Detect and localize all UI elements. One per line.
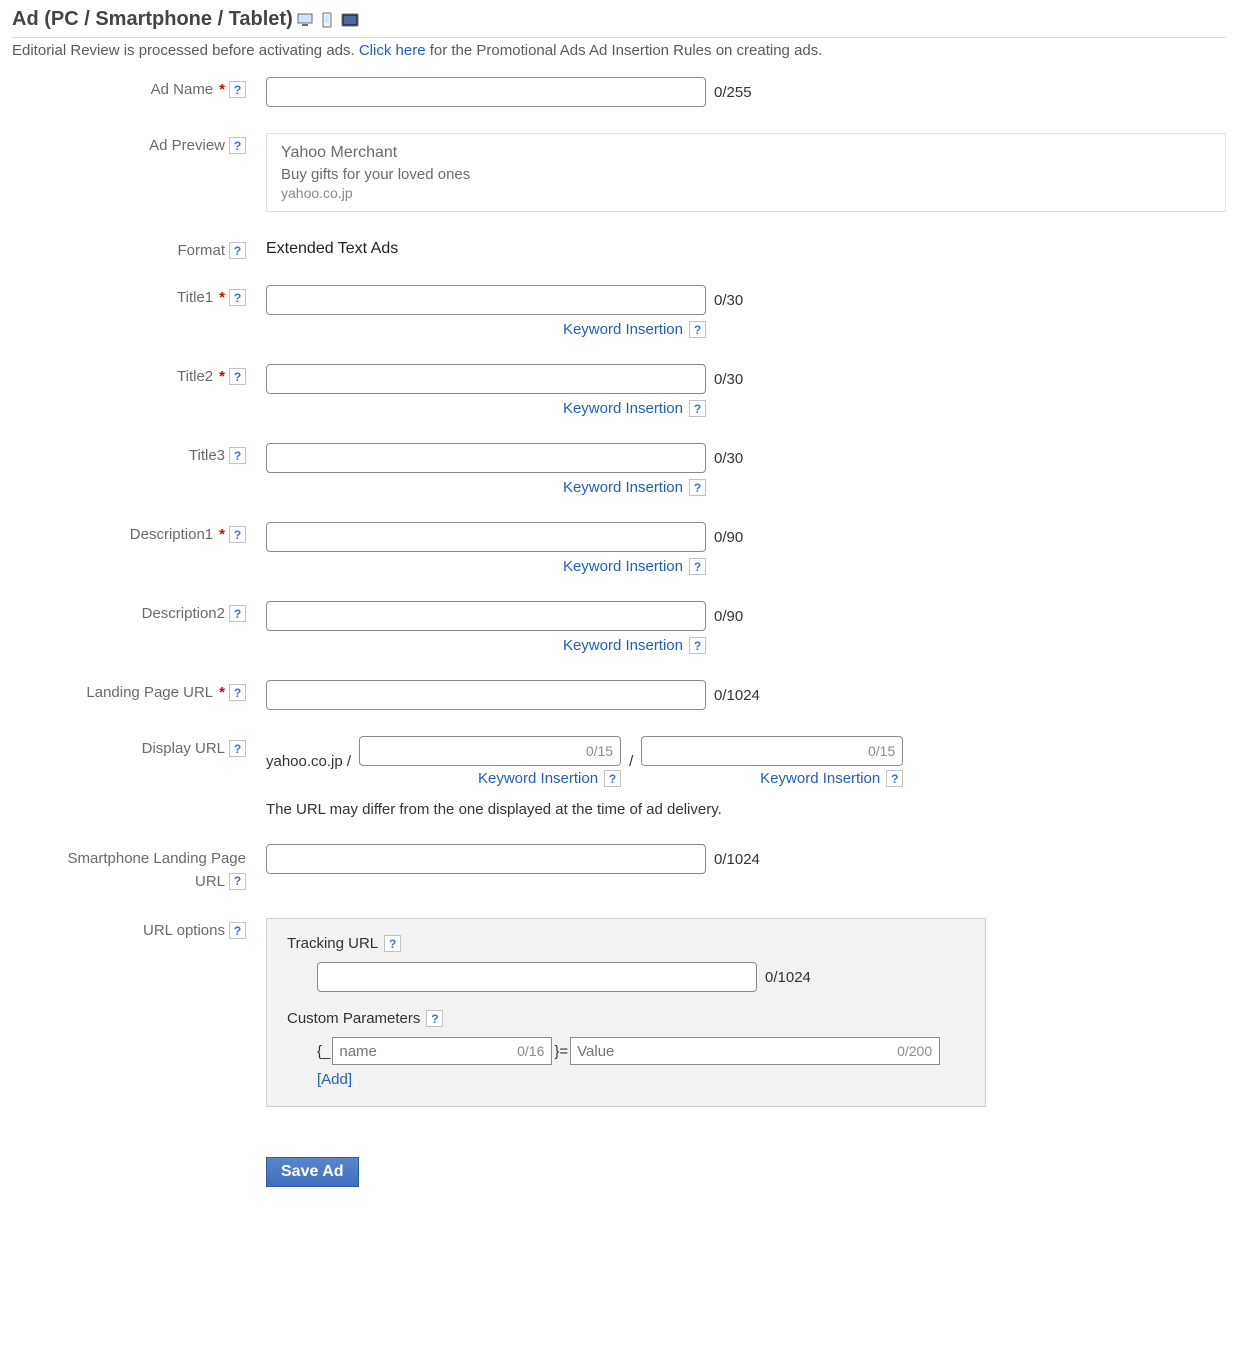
- ad-name-label: Ad Name* ?: [12, 77, 256, 98]
- help-icon[interactable]: ?: [689, 479, 706, 496]
- preview-url: yahoo.co.jp: [281, 185, 1211, 201]
- smartphone-icon: [319, 12, 337, 28]
- description2-label: Description2 ?: [12, 601, 256, 622]
- display-url-note: The URL may differ from the one displaye…: [266, 801, 914, 818]
- description1-label: Description1* ?: [12, 522, 256, 543]
- help-icon[interactable]: ?: [886, 770, 903, 787]
- title1-label: Title1* ?: [12, 285, 256, 306]
- tablet-icon: [341, 12, 359, 28]
- landing-page-url-input[interactable]: [266, 680, 706, 710]
- custom-parameter-value-input[interactable]: [570, 1037, 940, 1065]
- help-icon[interactable]: ?: [229, 289, 246, 306]
- custom-parameter-row: {_ 0/16 }= 0/200: [317, 1037, 965, 1065]
- title1-counter: 0/30: [714, 292, 743, 309]
- custom-parameters-label: Custom Parameters ?: [287, 1010, 965, 1027]
- url-options-panel: Tracking URL ? 0/1024 Custom Parameters …: [266, 918, 986, 1107]
- help-icon[interactable]: ?: [604, 770, 621, 787]
- tracking-url-input[interactable]: [317, 962, 757, 992]
- brace-close: }=: [554, 1043, 568, 1060]
- pc-icon: [297, 12, 315, 28]
- title3-label: Title3 ?: [12, 443, 256, 464]
- url-options-label: URL options ?: [12, 918, 256, 939]
- help-icon[interactable]: ?: [229, 740, 246, 757]
- help-icon[interactable]: ?: [229, 368, 246, 385]
- description1-counter: 0/90: [714, 529, 743, 546]
- title2-counter: 0/30: [714, 371, 743, 388]
- ad-preview-label: Ad Preview ?: [12, 133, 256, 154]
- display-url-path2-input[interactable]: [641, 736, 903, 766]
- display-url-path1-input[interactable]: [359, 736, 621, 766]
- tracking-url-counter: 0/1024: [765, 969, 811, 986]
- editorial-note-pre: Editorial Review is processed before act…: [12, 42, 359, 59]
- landing-page-url-label: Landing Page URL* ?: [12, 680, 256, 701]
- ad-preview-box: Yahoo Merchant Buy gifts for your loved …: [266, 133, 1226, 212]
- help-icon[interactable]: ?: [229, 137, 246, 154]
- description2-counter: 0/90: [714, 608, 743, 625]
- display-url-prefix: yahoo.co.jp /: [266, 753, 351, 770]
- tracking-url-label: Tracking URL ?: [287, 935, 965, 952]
- help-icon[interactable]: ?: [426, 1010, 443, 1027]
- title2-input[interactable]: [266, 364, 706, 394]
- help-icon[interactable]: ?: [689, 637, 706, 654]
- help-icon[interactable]: ?: [689, 321, 706, 338]
- smartphone-lp-url-counter: 0/1024: [714, 851, 760, 868]
- custom-parameter-name-input[interactable]: [332, 1037, 552, 1065]
- title2-label: Title2* ?: [12, 364, 256, 385]
- help-icon[interactable]: ?: [229, 526, 246, 543]
- preview-desc: Buy gifts for your loved ones: [281, 166, 1211, 183]
- smartphone-lp-url-label: Smartphone Landing Page URL ?: [12, 844, 256, 892]
- help-icon[interactable]: ?: [689, 558, 706, 575]
- title1-input[interactable]: [266, 285, 706, 315]
- description2-input[interactable]: [266, 601, 706, 631]
- landing-page-url-counter: 0/1024: [714, 687, 760, 704]
- ad-name-counter: 0/255: [714, 84, 752, 101]
- keyword-insertion-link[interactable]: Keyword Insertion: [563, 321, 683, 338]
- keyword-insertion-link[interactable]: Keyword Insertion: [563, 400, 683, 417]
- preview-title: Yahoo Merchant: [281, 144, 1211, 162]
- keyword-insertion-link[interactable]: Keyword Insertion: [563, 637, 683, 654]
- help-icon[interactable]: ?: [229, 922, 246, 939]
- keyword-insertion-link[interactable]: Keyword Insertion: [563, 558, 683, 575]
- page-title-text: Ad (PC / Smartphone / Tablet): [12, 8, 293, 31]
- add-parameter-link[interactable]: [Add]: [317, 1071, 965, 1088]
- keyword-insertion-link[interactable]: Keyword Insertion: [478, 770, 598, 787]
- help-icon[interactable]: ?: [384, 935, 401, 952]
- title3-counter: 0/30: [714, 450, 743, 467]
- format-label: Format ?: [12, 238, 256, 259]
- ad-name-input[interactable]: [266, 77, 706, 107]
- keyword-insertion-link[interactable]: Keyword Insertion: [563, 479, 683, 496]
- display-url-label: Display URL ?: [12, 736, 256, 757]
- save-ad-button[interactable]: Save Ad: [266, 1157, 359, 1187]
- editorial-note-post: for the Promotional Ads Ad Insertion Rul…: [426, 42, 823, 59]
- help-icon[interactable]: ?: [229, 684, 246, 701]
- help-icon[interactable]: ?: [229, 242, 246, 259]
- help-icon[interactable]: ?: [229, 447, 246, 464]
- title3-input[interactable]: [266, 443, 706, 473]
- format-value: Extended Text Ads: [266, 238, 1226, 258]
- brace-open: {_: [317, 1043, 330, 1060]
- page-title: Ad (PC / Smartphone / Tablet): [12, 8, 1226, 38]
- description1-input[interactable]: [266, 522, 706, 552]
- help-icon[interactable]: ?: [689, 400, 706, 417]
- help-icon[interactable]: ?: [229, 605, 246, 622]
- help-icon[interactable]: ?: [229, 81, 246, 98]
- click-here-link[interactable]: Click here: [359, 42, 426, 59]
- keyword-insertion-link[interactable]: Keyword Insertion: [760, 770, 880, 787]
- editorial-note: Editorial Review is processed before act…: [12, 42, 1226, 59]
- help-icon[interactable]: ?: [229, 873, 246, 890]
- slash-separator: /: [629, 753, 633, 770]
- smartphone-lp-url-input[interactable]: [266, 844, 706, 874]
